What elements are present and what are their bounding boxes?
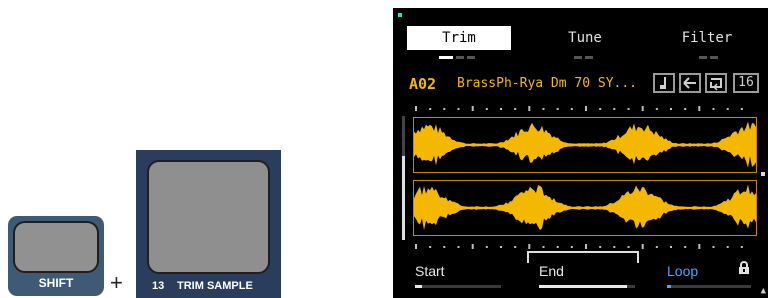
waveform-channel-right[interactable] — [413, 180, 757, 236]
zoom-thumb[interactable] — [402, 156, 405, 240]
tab-tune[interactable]: Tune — [533, 26, 637, 50]
shift-button[interactable]: SHIFT — [8, 216, 104, 296]
plus-sign: + — [110, 270, 123, 295]
end-value-bar[interactable] — [539, 285, 635, 288]
note-icon[interactable] — [653, 73, 675, 93]
lock-icon[interactable] — [738, 261, 750, 275]
shift-label: SHIFT — [38, 276, 74, 290]
loop-value-bar[interactable] — [667, 285, 751, 288]
tab-filter[interactable]: Filter — [655, 26, 759, 50]
param-end-label[interactable]: End — [539, 263, 564, 279]
status-indicator — [398, 13, 402, 17]
param-loop-label[interactable]: Loop — [667, 263, 698, 279]
trim-sample-number: 13 — [152, 280, 165, 292]
slice-count[interactable]: 16 — [733, 73, 759, 93]
trim-sample-button[interactable]: 13 TRIM SAMPLE — [136, 150, 281, 298]
shift-pad[interactable] — [13, 221, 99, 273]
start-value-fill — [415, 285, 422, 288]
time-ruler-bottom — [415, 244, 743, 249]
page-indicator-filter — [699, 56, 721, 59]
sample-slot: A02 — [409, 75, 437, 93]
selected-param-bracket — [527, 251, 639, 263]
tab-trim[interactable]: Trim — [407, 26, 511, 50]
trim-sample-pad[interactable] — [147, 160, 270, 274]
time-ruler-top — [415, 106, 743, 111]
loop-value-fill — [667, 285, 672, 288]
back-arrow-icon[interactable] — [679, 73, 701, 93]
corner-arrow-icon: ▲ — [760, 286, 766, 296]
page-indicator-tune — [574, 56, 596, 59]
level-marker — [761, 172, 765, 176]
param-start-label[interactable]: Start — [415, 263, 445, 279]
trim-sample-label: TRIM SAMPLE — [177, 280, 253, 292]
waveform-channel-left[interactable] — [413, 117, 757, 173]
device-screen: Trim Tune Filter A02 BrassPh-Rya Dm 70 S… — [393, 8, 768, 298]
page-indicator-trim — [439, 56, 478, 59]
start-value-bar[interactable] — [415, 285, 501, 288]
sample-name: BrassPh-Rya Dm 70 SY... — [457, 76, 638, 91]
loop-icon[interactable] — [705, 73, 727, 93]
end-value-fill — [539, 285, 628, 288]
